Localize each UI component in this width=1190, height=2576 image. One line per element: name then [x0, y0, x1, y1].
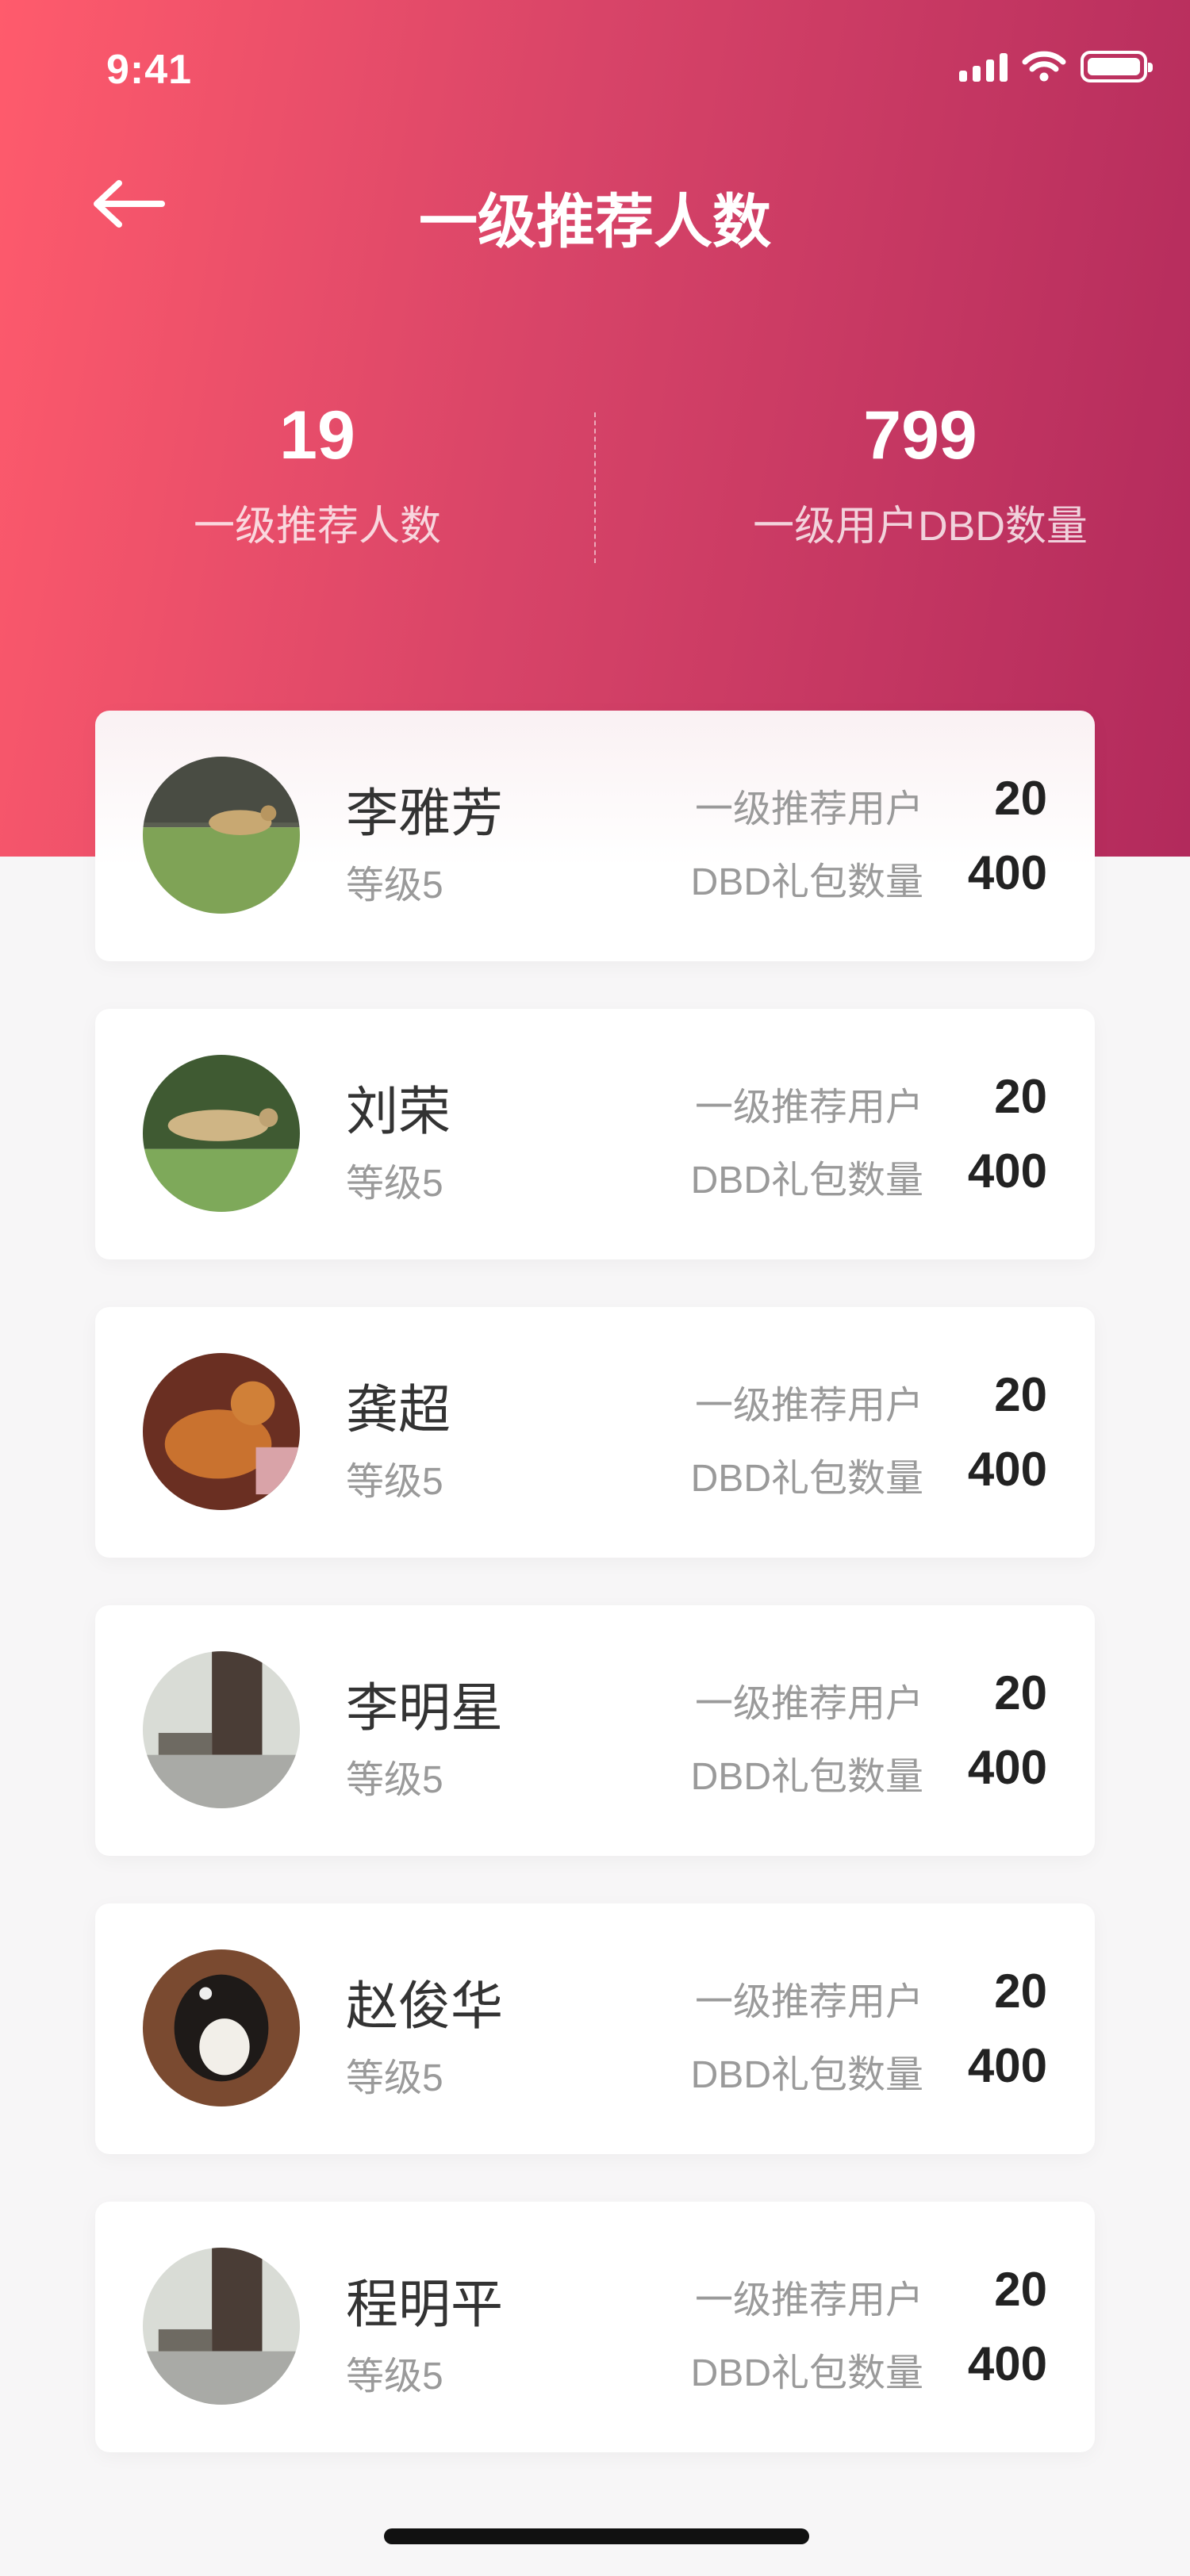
user-level: 等级5	[346, 1461, 443, 1503]
avatar	[143, 1055, 300, 1212]
packages-label: DBD礼包数量	[690, 2054, 923, 2096]
user-name: 李雅芳	[346, 784, 503, 842]
referrals-value: 20	[994, 2263, 1047, 2316]
user-card[interactable]: 李明星 等级5 一级推荐用户 20 DBD礼包数量 400	[95, 1605, 1095, 1856]
referrals-label: 一级推荐用户	[694, 1087, 923, 1129]
stat-dbd-label: 一级用户DBD数量	[753, 504, 1088, 550]
signal-icon	[959, 52, 1008, 82]
user-name: 刘荣	[346, 1082, 451, 1140]
packages-label: DBD礼包数量	[690, 861, 923, 903]
battery-icon	[1081, 51, 1153, 82]
page-title: 一级推荐人数	[419, 189, 771, 255]
user-name: 程明平	[346, 2275, 503, 2333]
packages-label: DBD礼包数量	[690, 1458, 923, 1500]
avatar	[143, 2248, 300, 2405]
home-indicator	[384, 2528, 809, 2544]
user-name: 赵俊华	[346, 1976, 503, 2035]
packages-value: 400	[967, 1443, 1047, 1496]
stat-referrals: 19 一级推荐人数	[20, 397, 615, 552]
referrals-label: 一级推荐用户	[694, 788, 923, 830]
packages-value: 400	[967, 2039, 1047, 2092]
status-bar: 9:41	[0, 0, 1190, 151]
status-time: 9:41	[106, 47, 193, 93]
summary-stats: 19 一级推荐人数 799 一级用户DBD数量	[0, 397, 1190, 579]
stat-referrals-value: 19	[279, 397, 355, 473]
avatar	[143, 1949, 300, 2106]
stat-dbd-value: 799	[863, 397, 977, 473]
user-level: 等级5	[346, 2356, 443, 2398]
user-card[interactable]: 刘荣 等级5 一级推荐用户 20 DBD礼包数量 400	[95, 1009, 1095, 1259]
referrals-value: 20	[994, 1965, 1047, 2018]
user-name: 李明星	[346, 1678, 503, 1737]
user-card[interactable]: 程明平 等级5 一级推荐用户 20 DBD礼包数量 400	[95, 2202, 1095, 2452]
packages-value: 400	[967, 846, 1047, 899]
nav-bar: 一级推荐人数	[0, 151, 1190, 270]
user-name: 龚超	[346, 1380, 451, 1439]
avatar	[143, 1353, 300, 1510]
referrals-label: 一级推荐用户	[694, 1683, 923, 1725]
packages-value: 400	[967, 1741, 1047, 1794]
stats-divider	[594, 412, 596, 563]
referrals-value: 20	[994, 1368, 1047, 1421]
user-level: 等级5	[346, 2057, 443, 2099]
user-level: 等级5	[346, 1759, 443, 1801]
wifi-icon	[1022, 51, 1066, 82]
packages-label: DBD礼包数量	[690, 1160, 923, 1202]
user-level: 等级5	[346, 1163, 443, 1205]
packages-label: DBD礼包数量	[690, 1756, 923, 1798]
avatar	[143, 757, 300, 914]
status-icons	[959, 51, 1153, 82]
avatar	[143, 1651, 300, 1808]
user-card[interactable]: 赵俊华 等级5 一级推荐用户 20 DBD礼包数量 400	[95, 1903, 1095, 2154]
stat-referrals-label: 一级推荐人数	[193, 504, 441, 550]
referrals-value: 20	[994, 1666, 1047, 1719]
user-card[interactable]: 龚超 等级5 一级推荐用户 20 DBD礼包数量 400	[95, 1307, 1095, 1558]
packages-value: 400	[967, 2337, 1047, 2390]
user-list: 李雅芳 等级5 一级推荐用户 20 DBD礼包数量 400 刘荣 等级5 一级推…	[95, 711, 1095, 2500]
referrals-label: 一级推荐用户	[694, 1981, 923, 2023]
packages-value: 400	[967, 1144, 1047, 1198]
packages-label: DBD礼包数量	[690, 2352, 923, 2394]
referrals-value: 20	[994, 1070, 1047, 1123]
referrals-value: 20	[994, 772, 1047, 825]
stat-dbd: 799 一级用户DBD数量	[623, 397, 1190, 552]
referrals-label: 一级推荐用户	[694, 2279, 923, 2321]
referrals-label: 一级推荐用户	[694, 1385, 923, 1427]
user-card[interactable]: 李雅芳 等级5 一级推荐用户 20 DBD礼包数量 400	[95, 711, 1095, 961]
user-level: 等级5	[346, 864, 443, 907]
